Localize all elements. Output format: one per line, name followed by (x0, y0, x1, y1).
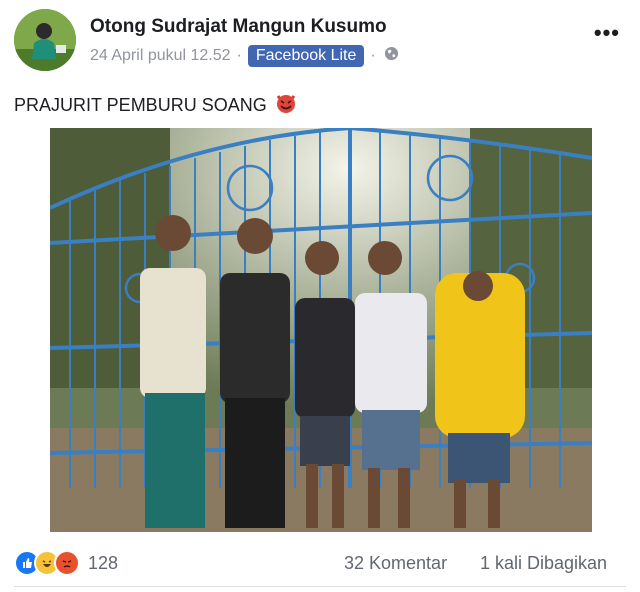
shares-count-link[interactable]: 1 kali Dibagikan (480, 553, 607, 574)
meta-separator-2: · (370, 47, 376, 64)
footer-divider (14, 586, 626, 587)
more-options-icon[interactable]: ••• (594, 20, 620, 46)
meta-separator: · (236, 47, 242, 64)
reactions-summary[interactable]: 128 (14, 550, 118, 576)
angry-reaction-icon (54, 550, 80, 576)
facebook-lite-badge: Facebook Lite (247, 45, 365, 67)
post-timestamp[interactable]: 24 April pukul 12.52 (90, 47, 231, 65)
reaction-count: 128 (88, 552, 119, 573)
post-text: PRAJURIT PEMBURU SOANG (14, 92, 297, 119)
author-avatar[interactable] (14, 9, 76, 71)
post-caption: PRAJURIT PEMBURU SOANG (14, 95, 267, 115)
author-name[interactable]: Otong Sudrajat Mangun Kusumo (90, 16, 387, 38)
post-meta: 24 April pukul 12.52 · Facebook Lite · (90, 44, 399, 68)
devil-emoji-icon (275, 92, 297, 119)
post-photo[interactable] (50, 128, 592, 532)
globe-icon (384, 46, 399, 66)
comments-count-link[interactable]: 32 Komentar (344, 553, 447, 574)
